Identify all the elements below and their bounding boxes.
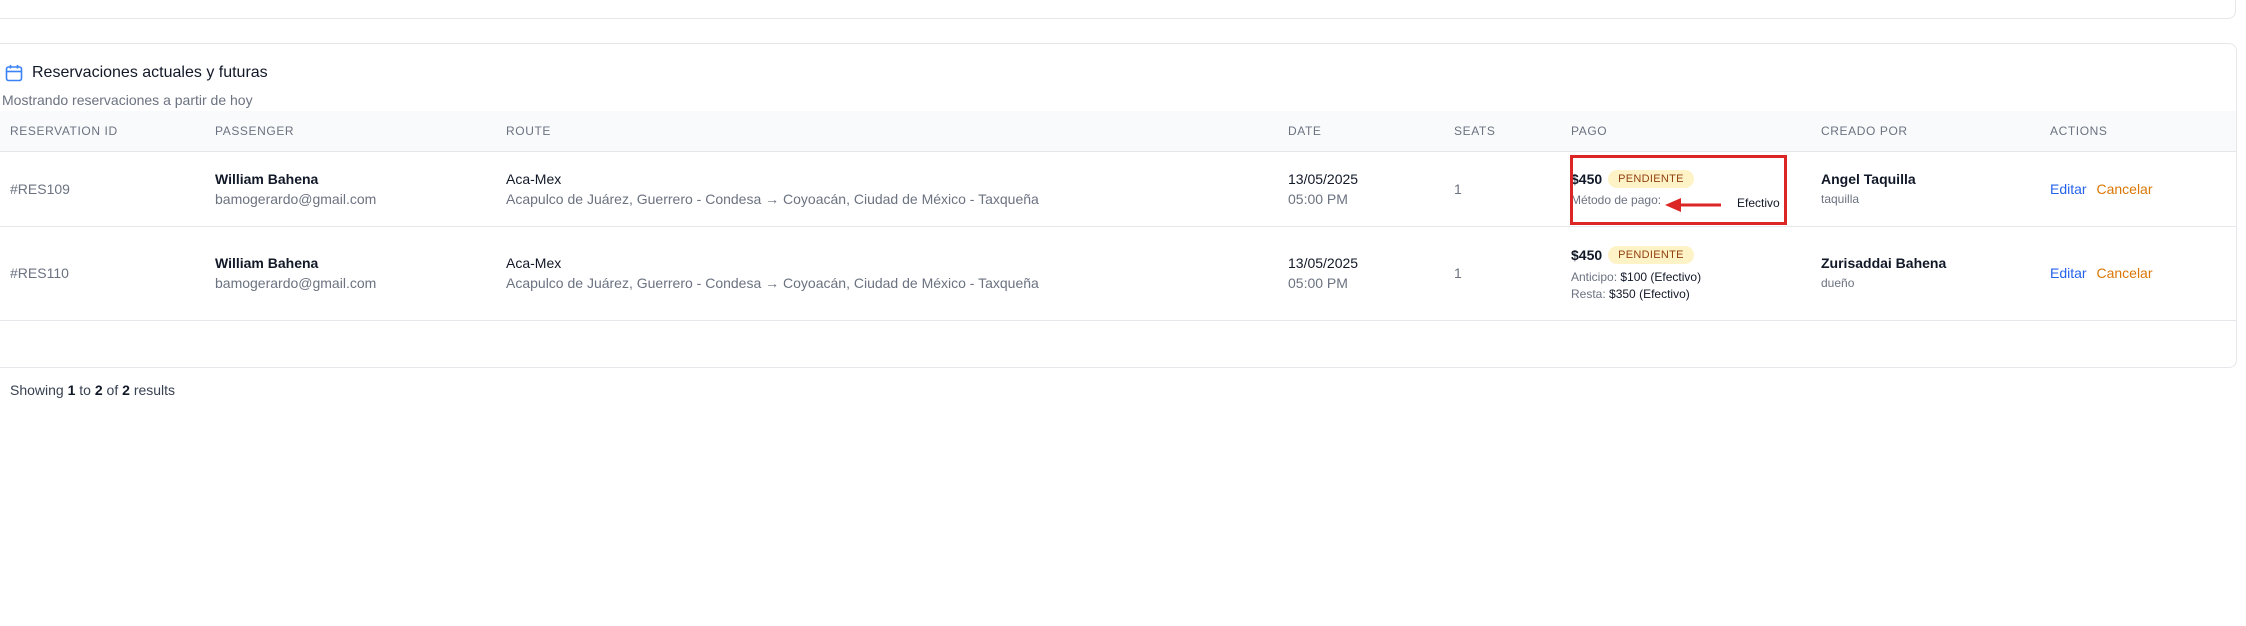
route-detail: Acapulco de Juárez, Guerrero - Condesa →… — [506, 275, 1039, 291]
summary-total: 2 — [122, 382, 130, 398]
summary-to-word: to — [79, 382, 91, 398]
anticipo-label: Anticipo: — [1571, 269, 1618, 284]
status-badge: PENDIENTE — [1608, 245, 1694, 264]
route-name: Aca-Mex — [506, 255, 562, 271]
payment-method-value: Efectivo — [1737, 196, 1780, 210]
header-date: DATE — [1288, 111, 1454, 152]
header-reservation-id: RESERVATION ID — [0, 111, 215, 152]
header-creado-por: CREADO POR — [1821, 111, 2050, 152]
arrow-left-icon — [1665, 198, 1721, 212]
reservation-date: 13/05/2025 — [1288, 255, 1359, 271]
summary-from: 1 — [67, 382, 76, 398]
seats-count: 1 — [1454, 265, 1462, 281]
reservations-table: RESERVATION ID PASSENGER ROUTE DATE SEAT… — [0, 111, 2236, 321]
creator-name: Angel Taquilla — [1821, 170, 1916, 187]
table-row: #RES109 William Bahena bamogerardo@gmail… — [0, 151, 2236, 227]
creator-name: Zurisaddai Bahena — [1821, 255, 1947, 271]
passenger-name: William Bahena — [215, 255, 319, 271]
reservation-id: #RES110 — [10, 265, 69, 281]
table-header-row: RESERVATION ID PASSENGER ROUTE DATE SEAT… — [0, 111, 2236, 152]
summary-to: 2 — [94, 382, 103, 398]
anticipo-method: (Efectivo) — [1650, 269, 1702, 284]
passenger-email: bamogerardo@gmail.com — [215, 275, 377, 291]
table-row: #RES110 William Bahena bamogerardo@gmail… — [0, 226, 2236, 321]
resta-label: Resta: — [1571, 286, 1606, 301]
reservation-time: 05:00 PM — [1288, 275, 1348, 291]
pagination-summary: Showing 1 to 2 of 2 results — [10, 382, 175, 398]
passenger-name: William Bahena — [215, 170, 319, 187]
summary-of-word: of — [106, 382, 119, 398]
header-actions: ACTIONS — [2050, 111, 2236, 152]
header-pago: PAGO — [1571, 111, 1821, 152]
highlight-annotation-box — [1570, 155, 1787, 225]
calendar-icon — [4, 63, 24, 83]
route-detail: Acapulco de Juárez, Guerrero - Condesa →… — [506, 190, 1039, 207]
edit-button[interactable]: Editar — [2050, 265, 2087, 281]
card-title: Reservaciones actuales y futuras — [32, 64, 268, 81]
card-header: Reservaciones actuales y futuras — [4, 63, 268, 83]
header-seats: SEATS — [1454, 111, 1571, 152]
seats-count: 1 — [1454, 180, 1462, 197]
summary-suffix: results — [133, 382, 176, 398]
creator-role: dueño — [1821, 276, 1855, 290]
reservations-card: Reservaciones actuales y futuras Mostran… — [0, 43, 2237, 398]
resta-value: $350 — [1609, 286, 1636, 301]
cancel-button[interactable]: Cancelar — [2096, 265, 2152, 281]
card-subtitle: Mostrando reservaciones a partir de hoy — [2, 92, 253, 108]
creator-role: taquilla — [1821, 191, 1860, 206]
resta-method: (Efectivo) — [1639, 286, 1690, 301]
passenger-email: bamogerardo@gmail.com — [215, 190, 377, 207]
previous-card — [0, 0, 2236, 19]
summary-prefix: Showing — [10, 382, 64, 398]
route-name: Aca-Mex — [506, 170, 562, 187]
header-passenger: PASSENGER — [215, 111, 506, 152]
cancel-button[interactable]: Cancelar — [2096, 181, 2152, 197]
payment-amount: $450 — [1571, 246, 1603, 263]
header-route: ROUTE — [506, 111, 1288, 152]
reservation-time: 05:00 PM — [1288, 190, 1348, 207]
reservation-date: 13/05/2025 — [1288, 170, 1359, 187]
reservation-id: #RES109 — [10, 180, 70, 197]
anticipo-value: $100 — [1620, 269, 1648, 284]
edit-button[interactable]: Editar — [2050, 181, 2087, 197]
